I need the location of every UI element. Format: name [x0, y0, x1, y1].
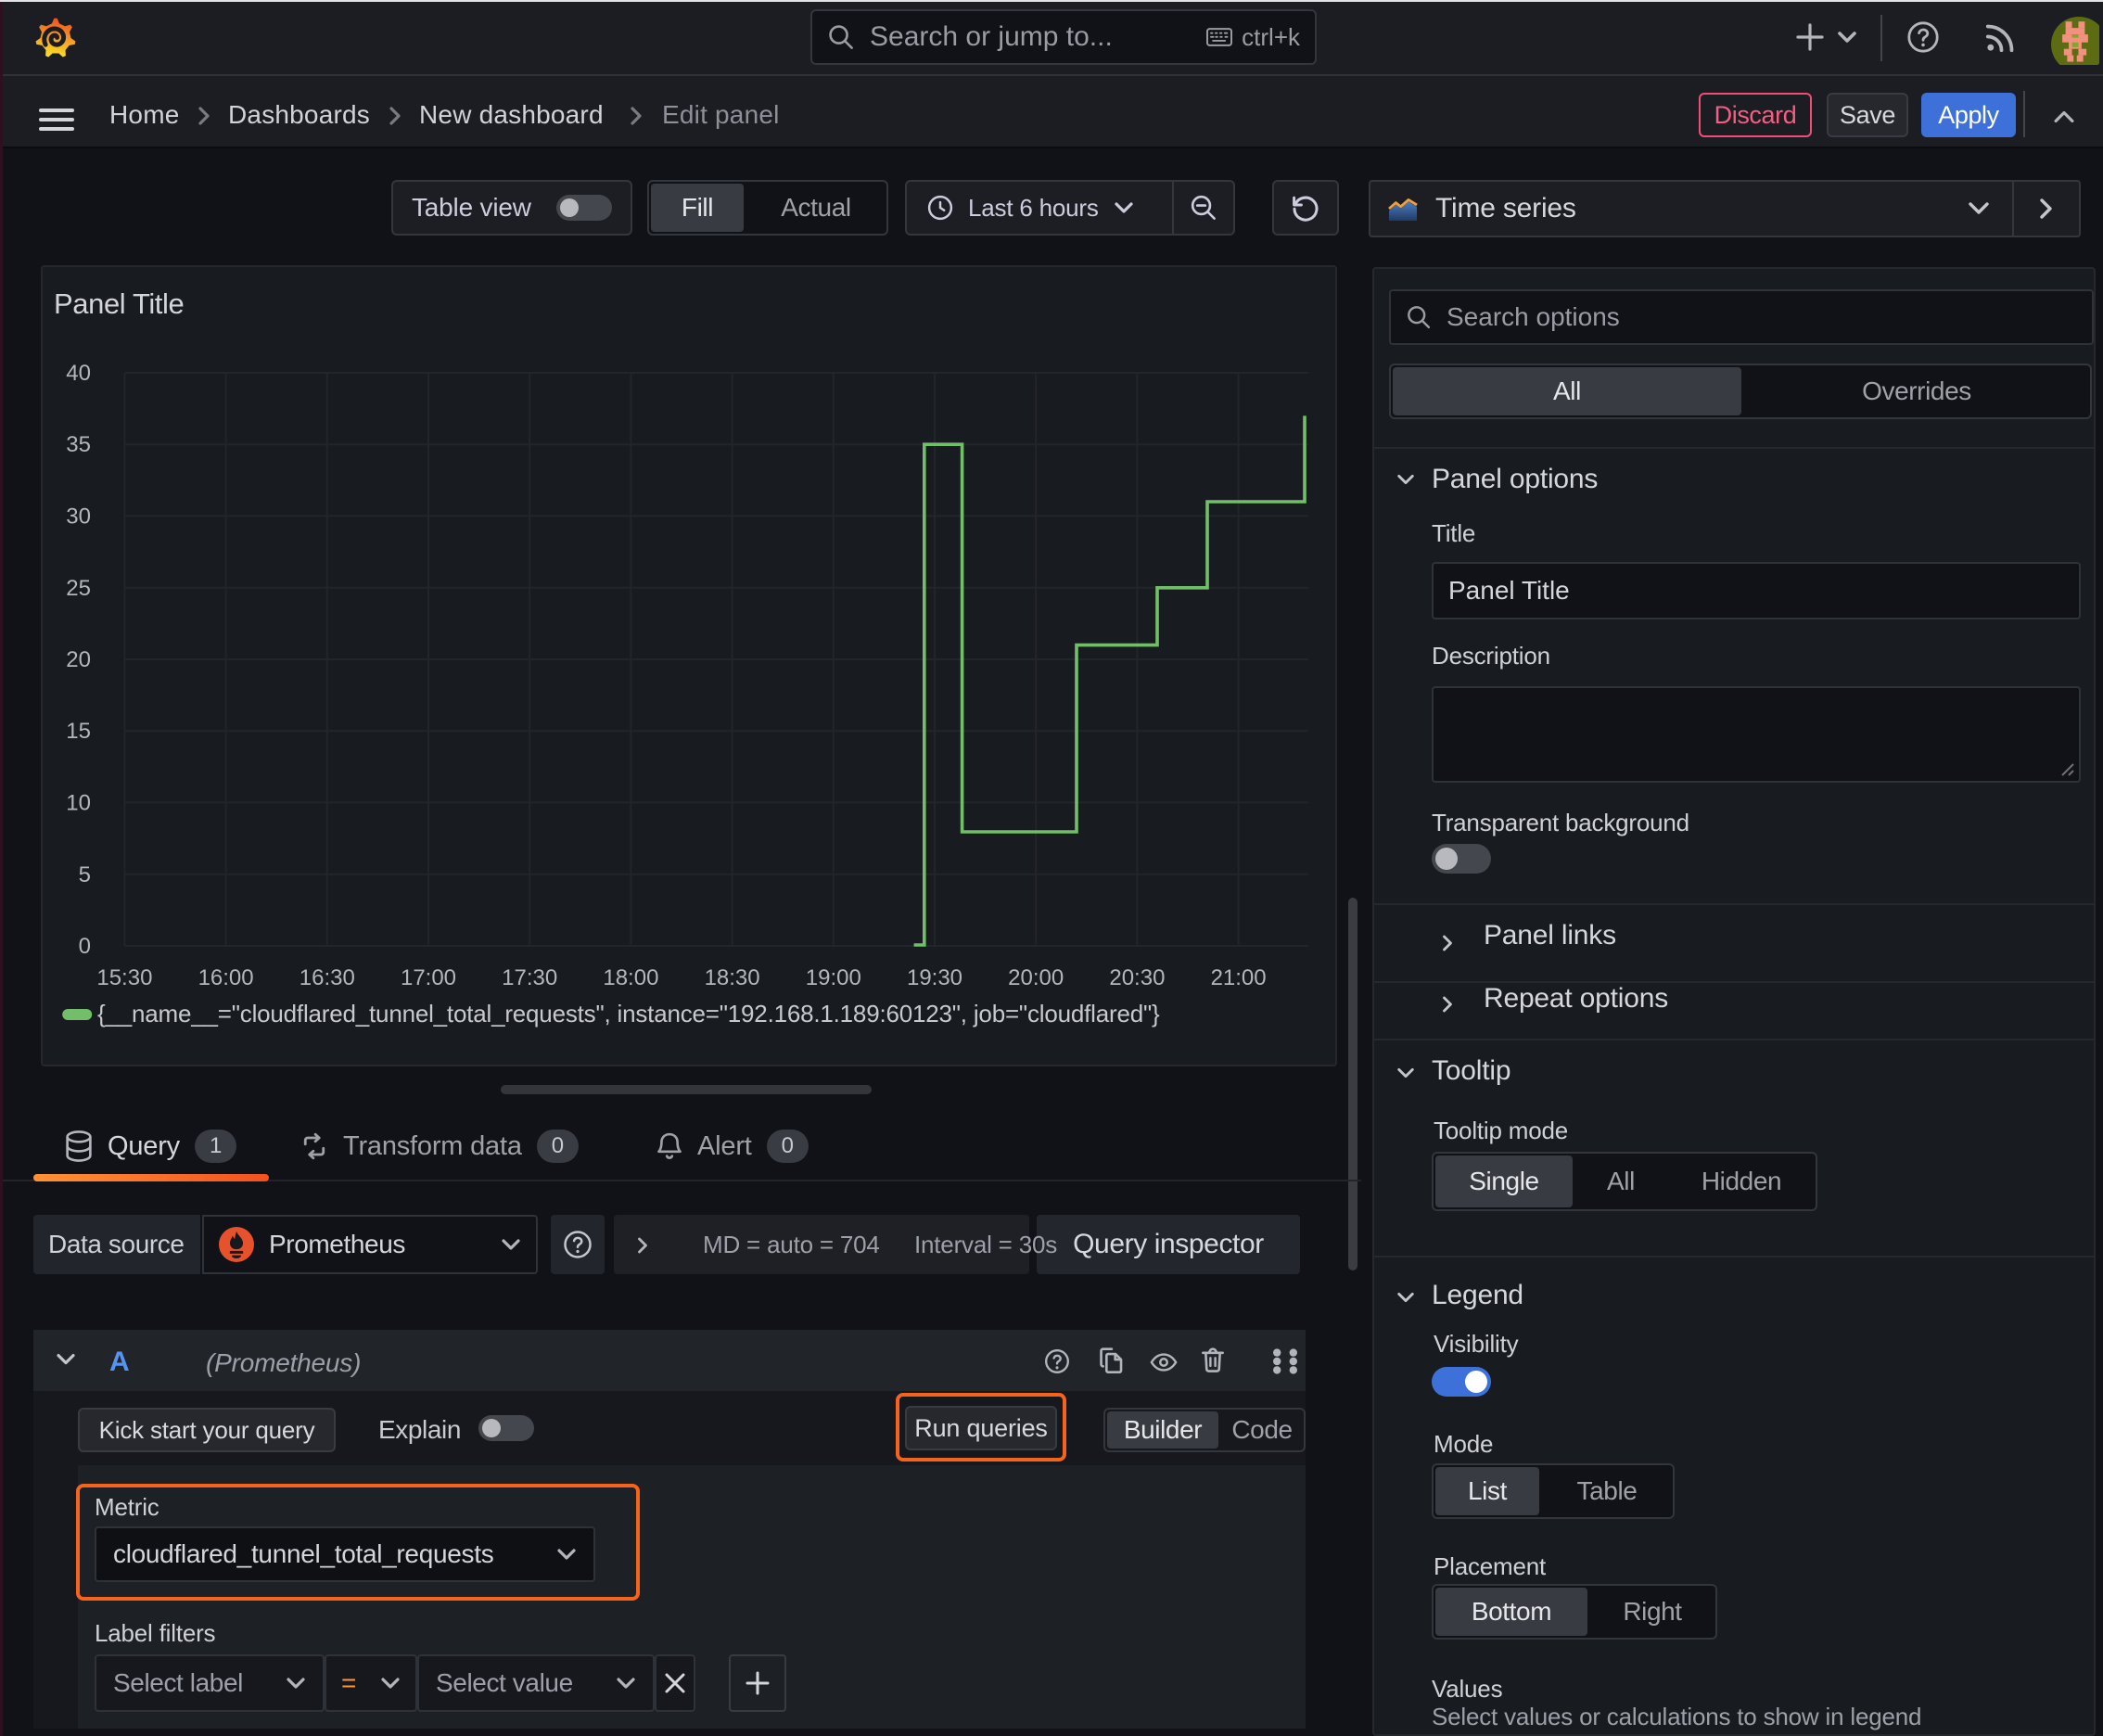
- svg-text:30: 30: [66, 504, 91, 529]
- svg-text:20:30: 20:30: [1109, 965, 1165, 990]
- svg-text:10: 10: [66, 790, 91, 815]
- svg-text:5: 5: [79, 862, 91, 887]
- svg-text:18:30: 18:30: [705, 965, 760, 990]
- svg-text:35: 35: [66, 432, 91, 457]
- svg-text:20:00: 20:00: [1008, 965, 1064, 990]
- svg-text:19:30: 19:30: [907, 965, 962, 990]
- svg-text:18:00: 18:00: [603, 965, 658, 990]
- svg-text:17:00: 17:00: [401, 965, 456, 990]
- svg-text:25: 25: [66, 576, 91, 601]
- svg-text:19:00: 19:00: [806, 965, 861, 990]
- svg-text:20: 20: [66, 647, 91, 672]
- svg-text:{__name__="cloudflared_tunnel_: {__name__="cloudflared_tunnel_total_requ…: [97, 1000, 1160, 1028]
- svg-text:40: 40: [66, 361, 91, 386]
- svg-text:17:30: 17:30: [502, 965, 557, 990]
- svg-text:15:30: 15:30: [96, 965, 152, 990]
- svg-text:16:30: 16:30: [300, 965, 355, 990]
- svg-text:15: 15: [66, 719, 91, 744]
- svg-text:21:00: 21:00: [1211, 965, 1267, 990]
- svg-text:0: 0: [79, 934, 91, 959]
- svg-text:16:00: 16:00: [198, 965, 254, 990]
